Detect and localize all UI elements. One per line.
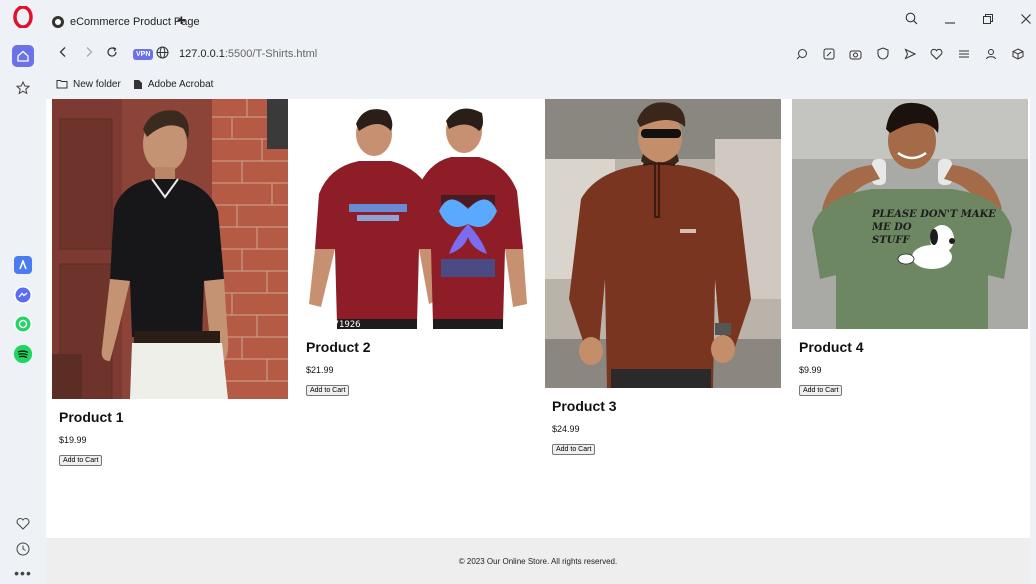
toolbar-icons (795, 47, 1024, 60)
page-favicon-icon (52, 16, 64, 28)
product-name: Product 1 (59, 409, 124, 425)
opera-logo-icon[interactable] (12, 6, 34, 28)
close-icon[interactable] (1020, 12, 1032, 28)
page-viewport: Product 1 $19.99 Add to Cart s-391471926… (46, 99, 1030, 584)
home-icon[interactable] (12, 45, 34, 67)
shield-icon[interactable] (876, 47, 889, 60)
acrobat-icon (133, 79, 142, 89)
product-price: $19.99 (59, 435, 87, 445)
product-card: PLEASE DON'T MAKE ME DO STUFF Product 4 … (792, 99, 1028, 397)
bookmark-new-folder[interactable]: New folder (56, 79, 121, 90)
extensions-cube-icon[interactable] (1011, 47, 1024, 60)
page-footer: © 2023 Our Online Store. All rights rese… (46, 538, 1030, 584)
send-icon[interactable] (903, 47, 916, 60)
product-name: Product 3 (552, 398, 617, 414)
svg-text:STUFF: STUFF (872, 235, 910, 246)
product-name: Product 4 (799, 339, 864, 355)
minimize-icon[interactable] (944, 12, 956, 28)
more-options-icon[interactable]: ••• (13, 563, 33, 583)
bookmarks-bar: New folder Adobe Acrobat (46, 73, 1036, 95)
folder-icon (56, 80, 68, 89)
messenger-icon[interactable] (14, 286, 32, 304)
new-tab-button[interactable]: + (177, 12, 186, 29)
product-price: $9.99 (799, 365, 822, 375)
reload-icon[interactable] (106, 45, 118, 61)
product-price: $24.99 (552, 424, 580, 434)
product-image[interactable] (545, 99, 781, 388)
add-to-cart-button[interactable]: Add to Cart (306, 385, 350, 396)
title-bar: eCommerce Product Page + (46, 8, 1036, 38)
product-card: Product 3 $24.99 Add to Cart (545, 99, 781, 456)
bookmark-label: New folder (73, 78, 121, 90)
url-field[interactable]: 127.0.0.1:5500/T-Shirts.html (179, 48, 317, 60)
star-icon[interactable] (13, 78, 33, 98)
page-scrollbar[interactable] (1030, 99, 1036, 584)
product-image[interactable]: s-391471926 (299, 99, 535, 329)
add-to-cart-button[interactable]: Add to Cart (552, 444, 596, 455)
url-host: 127.0.0.1 (179, 48, 225, 60)
svg-text:PLEASE DON'T MAKE: PLEASE DON'T MAKE (871, 209, 996, 220)
vpn-badge[interactable]: VPN (133, 49, 154, 60)
favorites-heart-icon[interactable] (930, 47, 943, 60)
address-bar-row: VPN 127.0.0.1:5500/T-Shirts.html (46, 41, 1036, 69)
camera-icon[interactable] (849, 47, 862, 60)
add-to-cart-button[interactable]: Add to Cart (799, 385, 843, 396)
edit-icon[interactable] (822, 47, 835, 60)
easy-setup-icon[interactable] (957, 47, 970, 60)
browser-window: ••• eCommerce Product Page + VPN 127.0.0… (0, 0, 1036, 584)
product-name: Product 2 (306, 339, 371, 355)
opera-sidebar: ••• (0, 0, 46, 584)
footer-copyright: © 2023 Our Online Store. All rights rese… (458, 556, 618, 566)
watermark-text: s-391471926 (301, 320, 361, 329)
url-path: :5500/T-Shirts.html (224, 48, 318, 60)
product-image[interactable] (52, 99, 288, 399)
restore-icon[interactable] (982, 12, 994, 28)
forward-icon[interactable] (84, 45, 94, 61)
add-to-cart-button[interactable]: Add to Cart (59, 455, 103, 466)
aria-app-icon[interactable] (14, 256, 32, 274)
svg-text:ME DO: ME DO (871, 222, 912, 233)
search-tabs-icon[interactable] (905, 12, 918, 28)
product-image[interactable]: PLEASE DON'T MAKE ME DO STUFF (792, 99, 1028, 329)
back-icon[interactable] (58, 45, 68, 61)
product-card: Product 1 $19.99 Add to Cart (52, 99, 288, 467)
bookmark-adobe-acrobat[interactable]: Adobe Acrobat (133, 78, 214, 90)
product-card: s-391471926 Product 2 $21.99 Add to Cart (299, 99, 535, 397)
history-clock-icon[interactable] (13, 539, 33, 559)
whatsapp-icon[interactable] (14, 315, 32, 333)
heart-icon[interactable] (13, 513, 33, 533)
product-price: $21.99 (306, 365, 334, 375)
bookmark-label: Adobe Acrobat (147, 78, 214, 90)
window-controls (905, 12, 1032, 28)
globe-icon[interactable] (156, 46, 169, 64)
account-icon[interactable] (984, 47, 997, 60)
spotify-icon[interactable] (14, 345, 32, 363)
search-page-icon[interactable] (795, 47, 808, 60)
